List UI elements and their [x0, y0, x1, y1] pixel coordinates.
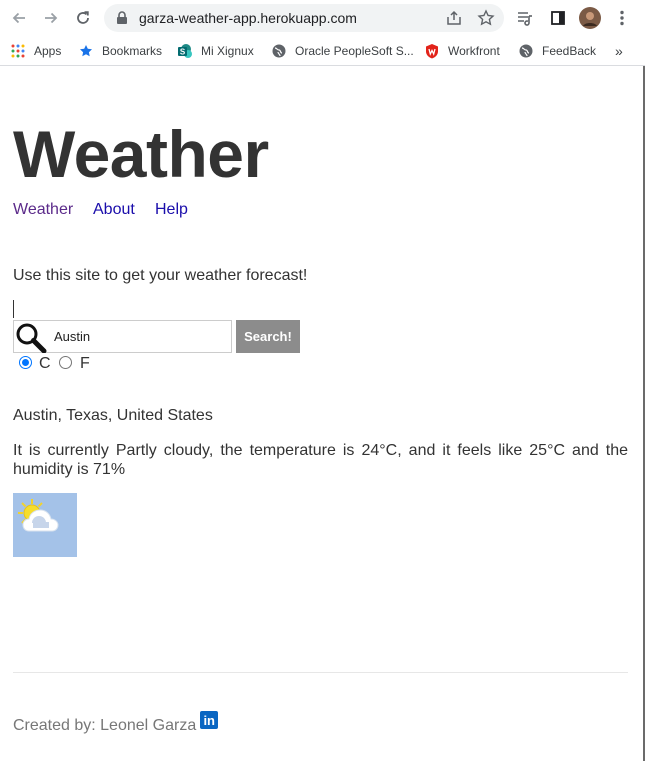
reading-list-icon	[518, 12, 532, 26]
bookmarks-bar: Apps Bookmarks S Mi Xignux Oracle People…	[0, 36, 645, 66]
bookmark-label: FeedBack	[542, 44, 597, 58]
forecast-text: It is currently Partly cloudy, the tempe…	[13, 442, 628, 478]
nav-link-weather[interactable]: Weather	[13, 201, 73, 219]
location-result: Austin, Texas, United States	[13, 407, 213, 424]
forward-button[interactable]	[39, 6, 63, 30]
address-bar[interactable]: garza-weather-app.herokuapp.com	[104, 4, 504, 32]
url-text: garza-weather-app.herokuapp.com	[139, 10, 357, 26]
workfront-icon	[424, 43, 440, 59]
kebab-menu-icon	[620, 10, 624, 26]
share-icon[interactable]	[445, 9, 463, 27]
celsius-label[interactable]: C	[39, 355, 51, 373]
sharepoint-icon: S	[177, 43, 193, 59]
apps-grid-icon	[10, 43, 26, 59]
bookmark-label: Oracle PeopleSoft S...	[295, 44, 414, 58]
bookmark-bookmarks[interactable]: Bookmarks	[78, 42, 162, 60]
star-icon	[78, 43, 94, 59]
globe-icon	[271, 43, 287, 59]
bookmark-oracle-peoplesoft[interactable]: Oracle PeopleSoft S...	[271, 42, 414, 60]
nav-link-help[interactable]: Help	[155, 201, 188, 219]
bookmark-workfront[interactable]: Workfront	[424, 42, 500, 60]
search-button[interactable]: Search!	[236, 320, 300, 353]
bookmark-label: Bookmarks	[102, 44, 163, 58]
footer-credit: Created by: Leonel Garza in	[13, 711, 219, 735]
side-panel-button[interactable]	[546, 6, 570, 30]
bookmark-mi-xignux[interactable]: S Mi Xignux	[177, 42, 254, 60]
side-panel-icon	[551, 11, 565, 25]
partly-cloudy-icon	[13, 493, 77, 557]
location-input[interactable]	[47, 322, 229, 351]
globe-icon	[518, 43, 534, 59]
browser-toolbar: garza-weather-app.herokuapp.com	[0, 0, 645, 36]
bookmark-feedback[interactable]: FeedBack	[518, 42, 596, 60]
back-arrow-icon	[12, 12, 25, 24]
nav-link-about[interactable]: About	[93, 201, 135, 219]
forward-arrow-icon	[45, 12, 58, 24]
profile-avatar-button[interactable]	[578, 6, 602, 30]
magnifier-icon	[16, 323, 47, 353]
back-button[interactable]	[7, 6, 31, 30]
credit-text: Created by: Leonel Garza	[13, 717, 197, 734]
fahrenheit-label[interactable]: F	[80, 355, 90, 373]
bookmark-label: Apps	[34, 44, 62, 58]
bookmarks-overflow-button[interactable]: »	[615, 42, 623, 60]
reload-button[interactable]	[71, 6, 95, 30]
celsius-radio[interactable]	[19, 356, 32, 369]
bookmark-apps[interactable]: Apps	[10, 42, 61, 60]
avatar	[579, 7, 601, 29]
lock-icon	[117, 11, 127, 24]
browser-menu-button[interactable]	[610, 6, 634, 30]
bookmark-star-icon[interactable]	[477, 9, 495, 27]
linkedin-icon[interactable]: in	[200, 711, 219, 729]
reload-icon	[77, 11, 89, 24]
fahrenheit-radio[interactable]	[59, 356, 72, 369]
page-title: Weather	[13, 117, 269, 191]
footer-divider	[13, 672, 628, 673]
bookmark-label: Mi Xignux	[201, 44, 254, 58]
bookmark-label: Workfront	[448, 44, 500, 58]
reading-list-button[interactable]	[513, 6, 537, 30]
svg-text:S: S	[180, 48, 186, 57]
text-cursor	[13, 300, 14, 318]
intro-text: Use this site to get your weather foreca…	[13, 267, 308, 284]
location-search[interactable]	[13, 320, 232, 353]
